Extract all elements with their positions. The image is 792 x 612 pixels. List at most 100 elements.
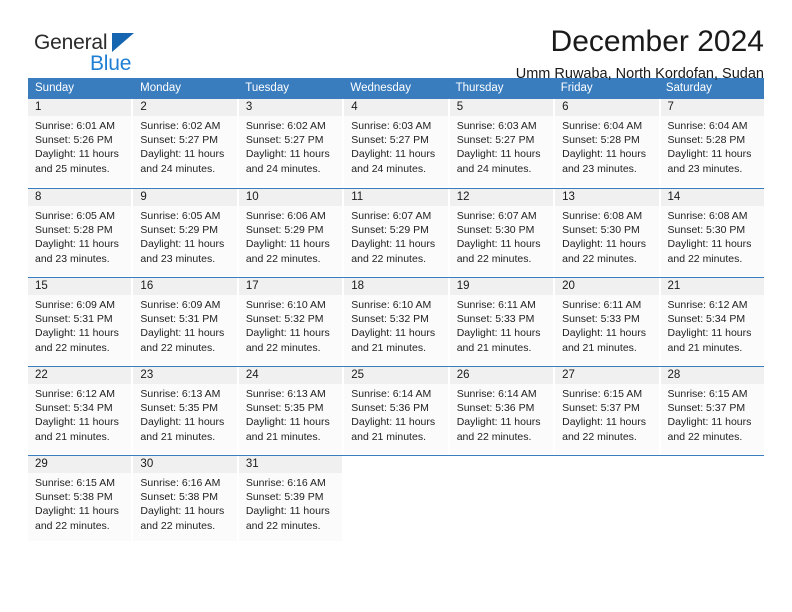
- calendar-day-cell[interactable]: 12 Sunrise: 6:07 AM Sunset: 5:30 PM Dayligh…: [449, 189, 556, 277]
- sunrise-text: Sunrise: 6:08 AM: [667, 210, 748, 222]
- daylight-text: and 23 minutes.: [140, 252, 216, 265]
- weekday-friday: Friday: [560, 82, 593, 94]
- sunset-text: Sunset: 5:38 PM: [35, 491, 113, 504]
- day-number: 7: [660, 99, 764, 116]
- daylight-text: and 22 minutes.: [35, 341, 110, 354]
- calendar-day-cell[interactable]: 19 Sunrise: 6:11 AM Sunset: 5:33 PM Dayligh…: [449, 278, 556, 366]
- calendar-day-cell[interactable]: 7 Sunrise: 6:04 AM Sunset: 5:28 PM Daylight…: [660, 99, 764, 188]
- daylight-text: Daylight: 11 hours: [351, 416, 436, 429]
- calendar-day-cell[interactable]: 17 Sunrise: 6:10 AM Sunset: 5:32 PM Dayligh…: [238, 278, 345, 366]
- sunrise-text: Sunrise: 6:01 AM: [35, 120, 115, 132]
- calendar-day-cell[interactable]: 9 Sunrise: 6:05 AM Sunset: 5:29 PM Daylight…: [133, 189, 239, 277]
- day-number: 8: [28, 189, 132, 206]
- calendar-empty-cell: [555, 456, 661, 541]
- daylight-text: Daylight: 11 hours: [35, 148, 119, 161]
- day-number: 21: [660, 278, 764, 295]
- sunset-text: Sunset: 5:33 PM: [456, 313, 535, 326]
- calendar-week-row: 8 Sunrise: 6:05 AM Sunset: 5:28 PM Daylight…: [28, 188, 764, 277]
- calendar-day-cell[interactable]: 4 Sunrise: 6:03 AM Sunset: 5:27 PM Daylight…: [344, 99, 450, 188]
- day-number: [344, 456, 448, 473]
- day-details: Sunrise: 6:16 AM Sunset: 5:38 PM Daylight:…: [133, 473, 237, 541]
- sunset-text: Sunset: 5:28 PM: [562, 134, 640, 147]
- calendar-day-cell[interactable]: 30 Sunrise: 6:16 AM Sunset: 5:38 PM Dayligh…: [133, 456, 239, 541]
- daylight-text: and 23 minutes.: [667, 162, 743, 175]
- calendar-day-cell[interactable]: 22 Sunrise: 6:12 AM Sunset: 5:34 PM Dayligh…: [28, 367, 134, 455]
- day-number: 9: [133, 189, 237, 206]
- sunset-text: Sunset: 5:38 PM: [140, 491, 219, 504]
- daylight-text: and 22 minutes.: [667, 252, 743, 265]
- sunrise-text: Sunrise: 6:12 AM: [35, 388, 115, 400]
- day-number: 13: [555, 189, 659, 206]
- calendar-day-cell[interactable]: 31 Sunrise: 6:16 AM Sunset: 5:39 PM Dayligh…: [238, 456, 345, 541]
- daylight-text: Daylight: 11 hours: [35, 416, 119, 429]
- day-number: 11: [344, 189, 448, 206]
- general-blue-logo[interactable]: General Blue: [28, 26, 148, 78]
- daylight-text: and 21 minutes.: [140, 430, 216, 443]
- calendar-day-cell[interactable]: 11 Sunrise: 6:07 AM Sunset: 5:29 PM Dayligh…: [344, 189, 450, 277]
- calendar-day-cell[interactable]: 28 Sunrise: 6:15 AM Sunset: 5:37 PM Dayligh…: [660, 367, 764, 455]
- calendar-day-cell[interactable]: 5 Sunrise: 6:03 AM Sunset: 5:27 PM Daylight…: [449, 99, 556, 188]
- sunrise-text: Sunrise: 6:12 AM: [667, 299, 748, 311]
- day-details: Sunrise: 6:11 AM Sunset: 5:33 PM Daylight:…: [555, 295, 659, 365]
- day-details: Sunrise: 6:10 AM Sunset: 5:32 PM Daylight:…: [238, 295, 343, 365]
- day-number: 16: [133, 278, 237, 295]
- daylight-text: Daylight: 11 hours: [140, 148, 225, 161]
- sunrise-text: Sunrise: 6:05 AM: [35, 210, 115, 222]
- sunrise-text: Sunrise: 6:13 AM: [140, 388, 221, 400]
- day-number: 12: [449, 189, 554, 206]
- daylight-text: and 21 minutes.: [351, 430, 426, 443]
- calendar-day-cell[interactable]: 21 Sunrise: 6:12 AM Sunset: 5:34 PM Dayligh…: [660, 278, 764, 366]
- calendar-day-cell[interactable]: 2 Sunrise: 6:02 AM Sunset: 5:27 PM Daylight…: [133, 99, 239, 188]
- daylight-text: Daylight: 11 hours: [667, 238, 752, 251]
- sunrise-text: Sunrise: 6:10 AM: [245, 299, 326, 311]
- day-details: Sunrise: 6:10 AM Sunset: 5:32 PM Daylight:…: [344, 295, 448, 365]
- sunrise-text: Sunrise: 6:04 AM: [562, 120, 643, 132]
- calendar-day-cell[interactable]: 1 Sunrise: 6:01 AM Sunset: 5:26 PM Daylight…: [28, 99, 134, 188]
- daylight-text: and 21 minutes.: [456, 341, 532, 354]
- sunrise-text: Sunrise: 6:03 AM: [456, 120, 537, 132]
- sunset-text: Sunset: 5:28 PM: [667, 134, 746, 147]
- daylight-text: and 21 minutes.: [667, 341, 743, 354]
- calendar-day-cell[interactable]: 27 Sunrise: 6:15 AM Sunset: 5:37 PM Dayligh…: [555, 367, 661, 455]
- calendar-day-cell[interactable]: 23 Sunrise: 6:13 AM Sunset: 5:35 PM Dayligh…: [133, 367, 239, 455]
- calendar-day-cell[interactable]: 13 Sunrise: 6:08 AM Sunset: 5:30 PM Dayligh…: [555, 189, 661, 277]
- day-number: 10: [238, 189, 343, 206]
- calendar-day-cell[interactable]: 8 Sunrise: 6:05 AM Sunset: 5:28 PM Daylight…: [28, 189, 134, 277]
- daylight-text: Daylight: 11 hours: [245, 238, 330, 251]
- calendar-day-cell[interactable]: 25 Sunrise: 6:14 AM Sunset: 5:36 PM Dayligh…: [344, 367, 450, 455]
- sunset-text: Sunset: 5:29 PM: [140, 224, 219, 237]
- calendar-day-cell[interactable]: 16 Sunrise: 6:09 AM Sunset: 5:31 PM Dayligh…: [133, 278, 239, 366]
- day-details: Sunrise: 6:16 AM Sunset: 5:39 PM Daylight:…: [238, 473, 343, 541]
- sunset-text: Sunset: 5:37 PM: [562, 402, 640, 415]
- calendar-day-cell[interactable]: 26 Sunrise: 6:14 AM Sunset: 5:36 PM Dayligh…: [449, 367, 556, 455]
- calendar-day-cell[interactable]: 20 Sunrise: 6:11 AM Sunset: 5:33 PM Dayligh…: [555, 278, 661, 366]
- daylight-text: Daylight: 11 hours: [35, 238, 119, 251]
- sunset-text: Sunset: 5:29 PM: [245, 224, 324, 237]
- calendar-day-cell[interactable]: 14 Sunrise: 6:08 AM Sunset: 5:30 PM Dayligh…: [660, 189, 764, 277]
- daylight-text: Daylight: 11 hours: [245, 148, 330, 161]
- day-number: 31: [238, 456, 343, 473]
- calendar-day-cell[interactable]: 24 Sunrise: 6:13 AM Sunset: 5:35 PM Dayligh…: [238, 367, 345, 455]
- sunset-text: Sunset: 5:36 PM: [351, 402, 429, 415]
- calendar-day-cell[interactable]: 29 Sunrise: 6:15 AM Sunset: 5:38 PM Dayligh…: [28, 456, 134, 541]
- day-number: 24: [238, 367, 343, 384]
- sunset-text: Sunset: 5:30 PM: [456, 224, 535, 237]
- calendar-day-cell[interactable]: 15 Sunrise: 6:09 AM Sunset: 5:31 PM Dayligh…: [28, 278, 134, 366]
- day-details: Sunrise: 6:15 AM Sunset: 5:38 PM Daylight:…: [28, 473, 132, 541]
- calendar-day-cell[interactable]: 18 Sunrise: 6:10 AM Sunset: 5:32 PM Dayligh…: [344, 278, 450, 366]
- sunset-text: Sunset: 5:39 PM: [245, 491, 324, 504]
- calendar-day-cell[interactable]: 3 Sunrise: 6:02 AM Sunset: 5:27 PM Daylight…: [238, 99, 345, 188]
- sunrise-text: Sunrise: 6:14 AM: [351, 388, 432, 400]
- day-number: 3: [238, 99, 343, 116]
- day-details: Sunrise: 6:12 AM Sunset: 5:34 PM Daylight:…: [660, 295, 764, 365]
- daylight-text: and 24 minutes.: [140, 162, 216, 175]
- sunrise-text: Sunrise: 6:05 AM: [140, 210, 221, 222]
- sunset-text: Sunset: 5:32 PM: [351, 313, 429, 326]
- daylight-text: and 21 minutes.: [35, 430, 110, 443]
- calendar-day-cell[interactable]: 10 Sunrise: 6:06 AM Sunset: 5:29 PM Dayligh…: [238, 189, 345, 277]
- title-block: December 2024 Umm Ruwaba, North Kordofan…: [148, 26, 764, 82]
- sunrise-text: Sunrise: 6:11 AM: [562, 299, 642, 311]
- calendar-day-cell[interactable]: 6 Sunrise: 6:04 AM Sunset: 5:28 PM Daylight…: [555, 99, 661, 188]
- day-details: Sunrise: 6:14 AM Sunset: 5:36 PM Daylight:…: [449, 384, 554, 454]
- daylight-text: and 25 minutes.: [35, 162, 110, 175]
